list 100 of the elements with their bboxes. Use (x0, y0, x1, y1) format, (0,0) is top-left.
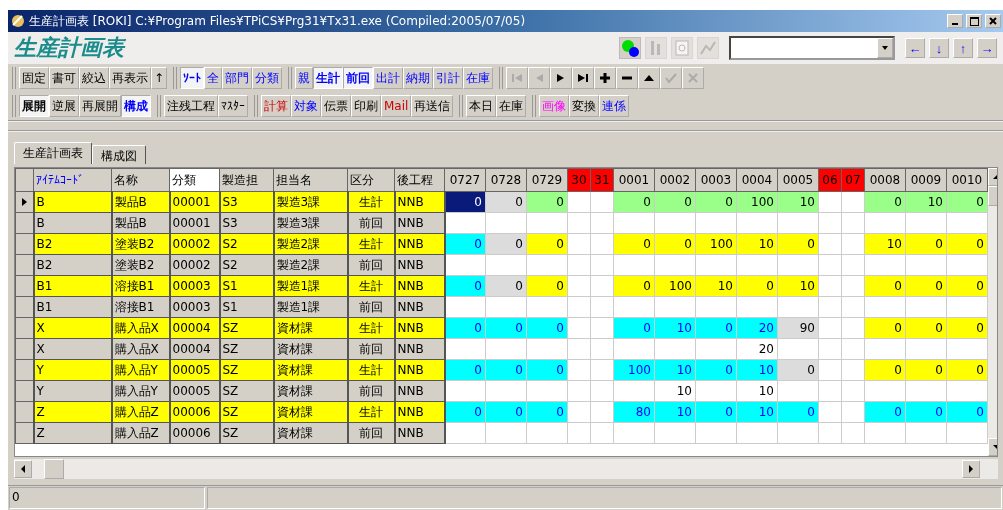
toolbar-button[interactable]: 在庫 (496, 95, 527, 117)
toolbar-button[interactable]: 固定 (19, 67, 49, 89)
table-cell: B (33, 212, 112, 234)
date-header[interactable]: 0010 (946, 168, 988, 192)
app-title: 生産計画表 (14, 34, 127, 62)
table-cell: X (33, 338, 112, 360)
left-icon (19, 465, 27, 473)
right-icon (967, 465, 975, 473)
date-header[interactable]: 0728 (485, 168, 527, 192)
arrow-button[interactable]: ↑ (953, 38, 973, 58)
cancel-icon (687, 72, 700, 84)
toolbar-button[interactable]: 対象 (291, 95, 321, 117)
chart-icon (700, 40, 716, 56)
table-cell: B (33, 191, 112, 213)
tab[interactable]: 構成図 (92, 145, 146, 164)
table-cell: X (33, 317, 112, 339)
date-header[interactable]: 31 (590, 168, 614, 192)
date-header[interactable]: 0004 (736, 168, 778, 192)
app-icon (10, 13, 26, 29)
scroll-left-button[interactable] (14, 460, 32, 478)
date-header[interactable]: 0729 (526, 168, 568, 192)
toolbar-button[interactable]: 生計 (313, 67, 344, 89)
dropdown-button[interactable] (877, 38, 893, 58)
arrow-button[interactable]: ← (905, 38, 925, 58)
toolbar-button[interactable]: 納期 (403, 67, 434, 89)
toolbar-button[interactable]: 出計 (373, 67, 404, 89)
navigation-button[interactable] (594, 67, 617, 89)
toolbar-button[interactable]: 再表示 (109, 67, 151, 89)
scroll-thumb[interactable] (44, 459, 64, 479)
date-header[interactable]: 0727 (444, 168, 486, 192)
toolbar-button[interactable]: 本日 (466, 95, 497, 117)
table-cell: Y (33, 359, 112, 381)
toolbar-button[interactable]: ｿｰﾄ (180, 67, 205, 89)
table-cell: B1 (33, 296, 112, 318)
navigation-button[interactable] (638, 67, 661, 89)
toolbar-button[interactable]: 逆展 (49, 95, 79, 117)
date-header[interactable]: 0001 (613, 168, 655, 192)
toolbar-button[interactable]: 在庫 (463, 67, 494, 89)
toolbar-button[interactable]: 再展開 (79, 95, 121, 117)
date-header[interactable]: 0003 (695, 168, 737, 192)
column-header[interactable]: 製造担 (219, 168, 274, 192)
date-header[interactable]: 07 (841, 168, 865, 192)
caret-icon (881, 44, 889, 52)
toolbar-button[interactable]: 部門 (222, 67, 253, 89)
column-header[interactable]: ｱｲﾃﾑｺｰﾄﾞ (33, 168, 112, 192)
document-icon (675, 40, 689, 56)
close-icon (989, 17, 997, 25)
navigation-button[interactable] (550, 67, 573, 89)
column-header[interactable]: 後工程 (394, 168, 445, 192)
column-header[interactable]: 担当名 (273, 168, 348, 192)
window-control[interactable] (966, 14, 982, 28)
table-cell: B2 (33, 254, 112, 276)
date-header[interactable]: 0005 (777, 168, 819, 192)
window-control[interactable] (985, 14, 1001, 28)
arrow-button[interactable]: ↓ (929, 38, 949, 58)
plus-icon (599, 72, 612, 84)
status-panel: 0 (9, 487, 205, 509)
date-header[interactable]: 0002 (654, 168, 696, 192)
tab[interactable]: 生産計画表 (14, 142, 92, 164)
toolbar-button[interactable]: 引計 (433, 67, 464, 89)
dots-icon (621, 39, 639, 57)
window-control[interactable] (947, 14, 963, 28)
toolbar-button[interactable]: 変換 (569, 95, 600, 117)
toolbar-button[interactable]: 全 (204, 67, 223, 89)
toolbar-button[interactable]: 印刷 (351, 95, 381, 117)
toolbar-button[interactable]: 構成 (121, 95, 151, 117)
table-cell: B1 (33, 275, 112, 297)
toolbar-button[interactable]: 連係 (599, 95, 630, 117)
column-header[interactable]: 名称 (111, 168, 170, 192)
toolbar-button[interactable]: 計算 (261, 95, 291, 117)
toolbar-button[interactable]: ﾏｽﾀｰ (218, 95, 248, 117)
navigation-button[interactable] (616, 67, 639, 89)
toolbar-button[interactable]: ↑ (151, 67, 168, 89)
toolbar-button[interactable]: 分類 (252, 67, 283, 89)
toolbar-button[interactable]: 展開 (19, 95, 49, 117)
toolbar-button[interactable]: 親 (295, 67, 314, 89)
bars-icon (649, 40, 663, 56)
table-cell: Z (33, 422, 112, 444)
horizontal-scrollbar[interactable] (14, 459, 998, 479)
navigation-button[interactable] (572, 67, 595, 89)
toolbar-button[interactable]: Mail (381, 95, 412, 117)
table-cell: Y (33, 380, 112, 402)
date-header[interactable]: 0009 (905, 168, 947, 192)
tool-button[interactable] (619, 37, 641, 59)
scroll-right-button[interactable] (962, 460, 980, 478)
column-header[interactable]: 分類 (169, 168, 220, 192)
column-header[interactable]: 区分 (347, 168, 395, 192)
arrow-button[interactable]: → (977, 38, 997, 58)
combo-field[interactable] (729, 36, 895, 60)
date-header[interactable]: 06 (818, 168, 842, 192)
date-header[interactable]: 0008 (864, 168, 906, 192)
toolbar-button[interactable]: 書可 (49, 67, 79, 89)
first-icon (511, 72, 524, 84)
date-header[interactable]: 30 (567, 168, 591, 192)
toolbar-button[interactable]: 前回 (343, 67, 374, 89)
window-title: 生産計画表 [ROKI] C:¥Program Files¥TPiCS¥Prg31¥Tx31.exe (Compiled:2005/07/05) (29, 12, 527, 30)
toolbar-button[interactable]: 注残工程 (164, 95, 218, 117)
toolbar-button[interactable]: 絞込 (79, 67, 109, 89)
toolbar-button[interactable]: 伝票 (321, 95, 351, 117)
toolbar-button[interactable]: 再送信 (411, 95, 454, 117)
